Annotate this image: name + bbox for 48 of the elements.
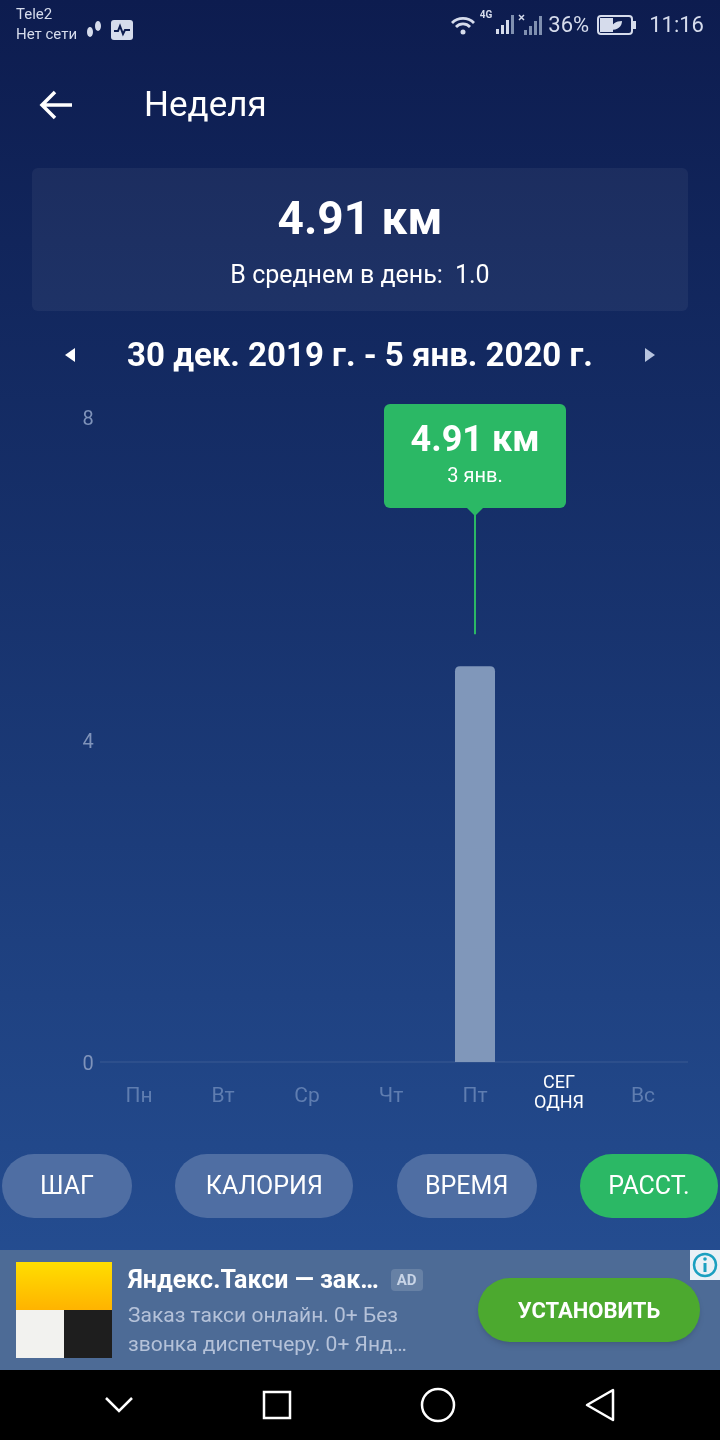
average-value: 1.0 [454, 259, 490, 291]
triangle-icon [584, 1388, 616, 1422]
network-status: Нет сети [16, 24, 78, 44]
metric-tab[interactable]: ВРЕМЯ [396, 1154, 537, 1218]
date-range: 30 дек. 2019 г. - 5 янв. 2020 г. [127, 334, 593, 377]
tooltip-date: 3 янв. [447, 462, 503, 488]
square-icon [262, 1390, 292, 1420]
home-nav-button[interactable] [262, 1390, 292, 1420]
ad-title: Яндекс.Такси — зак… [128, 1264, 379, 1297]
day-label: Чт [377, 1083, 405, 1107]
day-label: СЕГ ОДНЯ [533, 1072, 585, 1112]
axis-tick-label: 4 [82, 728, 94, 753]
day-label: Пт [461, 1083, 489, 1107]
wifi-icon [449, 14, 476, 35]
ad-description: Заказ такси онлайн. 0+ Без звонка диспетчеру. 0+ Янд… [128, 1301, 408, 1358]
circle-icon [420, 1387, 456, 1423]
day-label: Вс [629, 1083, 657, 1107]
day-label: Вт [210, 1083, 236, 1107]
day-label: Ср [293, 1083, 321, 1107]
average-label: В среднем в день: [230, 259, 443, 291]
install-button[interactable]: УСТАНОВИТЬ [478, 1278, 700, 1342]
ad-label: AD [390, 1268, 423, 1292]
network-type: 4G [479, 10, 493, 20]
carrier-name: Tele2 [16, 4, 54, 24]
back-arrow-icon [38, 89, 74, 121]
caret-right-icon [645, 348, 655, 362]
chevron-down-icon [104, 1396, 134, 1414]
ad-banner[interactable]: Яндекс.Такси — зак… AD Заказ такси онлайн. 0+ Без звонка диспетчеру. 0+ Янд… УСТАНОВИТЬ [0, 1250, 720, 1370]
back-triangle-button[interactable] [584, 1388, 616, 1422]
activity-icon [111, 20, 134, 40]
metric-tab[interactable]: КАЛОРИЯ [175, 1154, 354, 1218]
screen-title: Неделя [144, 82, 267, 127]
tooltip-value: 4.91 км [410, 418, 540, 460]
axis-tick-label: 8 [82, 406, 94, 430]
clock: 11:16 [649, 11, 704, 39]
back-nav-button[interactable] [104, 1396, 134, 1414]
battery-icon [597, 14, 638, 35]
axis-tick-label: 0 [82, 1051, 94, 1075]
home-button[interactable] [420, 1387, 456, 1423]
caret-left-icon [65, 348, 75, 362]
info-icon[interactable] [690, 1250, 720, 1280]
metric-tab[interactable]: РАССТ. [580, 1154, 718, 1218]
metric-tab[interactable]: ШАГ [2, 1154, 132, 1218]
signal-icon [518, 13, 545, 36]
total-distance: 4.91 км [277, 190, 443, 246]
signal-icon [496, 15, 515, 34]
battery-percent: 36% [548, 11, 590, 39]
day-label: Пн [124, 1083, 154, 1107]
